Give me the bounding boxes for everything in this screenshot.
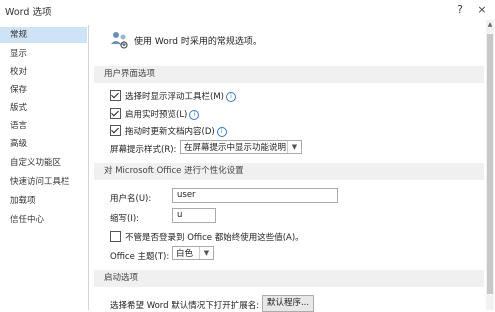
option-mini-toolbar[interactable]: 选择时显示浮动工具栏(M) i <box>110 90 236 102</box>
option-update-drag[interactable]: 拖动时更新文档内容(D) i <box>110 125 227 137</box>
sidebar-item-save[interactable]: 保存 <box>0 82 87 98</box>
sidebar-item-advanced[interactable]: 高级 <box>0 136 87 152</box>
username-label: 用户名(U): <box>110 194 152 204</box>
scrollbar-thumb[interactable] <box>487 34 493 294</box>
info-icon: i <box>189 110 200 120</box>
mini-toolbar-checkbox[interactable] <box>110 90 121 101</box>
close-button[interactable]: × <box>473 2 491 18</box>
initials-label: 缩写(I): <box>110 214 140 224</box>
scroll-up-icon[interactable]: ▲ <box>486 20 494 30</box>
extensions-label: 选择希望 Word 默认情况下打开扩展名: <box>110 301 260 311</box>
initials-input[interactable]: u <box>172 208 216 223</box>
theme-select[interactable]: 白色 ▼ <box>172 246 214 260</box>
sidebar-item-customize-ribbon[interactable]: 自定义功能区 <box>0 155 87 171</box>
sidebar-item-general[interactable]: 常规 <box>0 27 87 43</box>
chevron-down-icon: ▼ <box>199 247 213 259</box>
sidebar-item-language[interactable]: 语言 <box>0 118 87 134</box>
sidebar-item-trust-center[interactable]: 信任中心 <box>0 212 87 228</box>
sidebar: 常规 显示 校对 保存 版式 语言 高级 自定义功能区 快速访问工具栏 加载项 … <box>0 25 89 310</box>
section-startup-header: 启动选项 <box>94 270 484 287</box>
people-settings-icon <box>111 32 128 49</box>
always-use-checkbox[interactable] <box>110 231 121 242</box>
intro-text: 使用 Word 时采用的常规选项。 <box>134 37 262 47</box>
option-live-preview[interactable]: 启用实时预览(L) i <box>110 108 200 120</box>
info-icon: i <box>216 127 227 137</box>
sidebar-item-addins[interactable]: 加载项 <box>0 193 87 209</box>
options-panel: 使用 Word 时采用的常规选项。 用户界面选项 选择时显示浮动工具栏(M) i … <box>94 20 484 312</box>
live-preview-checkbox[interactable] <box>110 108 121 119</box>
help-button[interactable]: ? <box>451 2 469 18</box>
option-always-use[interactable]: 不管是否登录到 Office 都始终使用这些值(A)。 <box>110 231 304 243</box>
title-bar: Word 选项 ? × <box>0 0 495 20</box>
sidebar-item-quick-access[interactable]: 快速访问工具栏 <box>0 174 87 190</box>
section-ui-options-header: 用户界面选项 <box>94 66 484 83</box>
username-input[interactable]: user <box>172 188 338 203</box>
window-title: Word 选项 <box>5 7 52 18</box>
default-programs-button[interactable]: 默认程序... <box>262 295 314 312</box>
tooltip-style-label: 屏幕提示样式(R): <box>110 145 177 155</box>
tooltip-style-select[interactable]: 在屏幕提示中显示功能说明 ▼ <box>180 140 302 154</box>
section-personalize-header: 对 Microsoft Office 进行个性化设置 <box>94 163 484 180</box>
update-drag-checkbox[interactable] <box>110 125 121 136</box>
info-icon: i <box>225 92 236 102</box>
sidebar-item-proofing[interactable]: 校对 <box>0 64 87 80</box>
chevron-down-icon: ▼ <box>287 141 301 153</box>
theme-label: Office 主题(T): <box>110 252 170 262</box>
sidebar-item-display[interactable]: 显示 <box>0 46 87 62</box>
sidebar-item-layout[interactable]: 版式 <box>0 100 87 116</box>
